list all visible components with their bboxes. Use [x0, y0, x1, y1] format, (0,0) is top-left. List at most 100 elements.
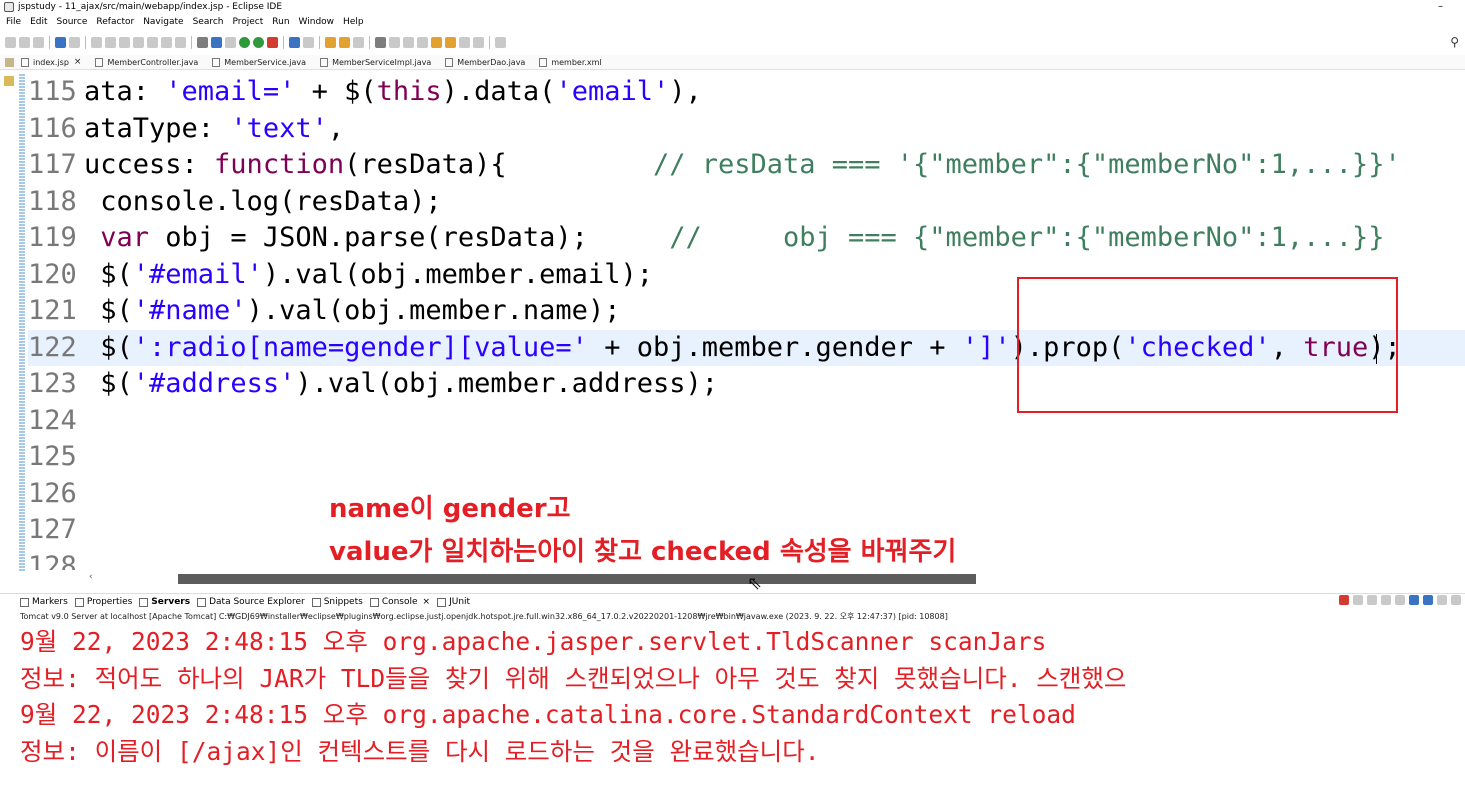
code-line[interactable]: 125	[28, 439, 1465, 476]
forward-icon[interactable]	[445, 36, 456, 48]
suspend-icon[interactable]	[105, 36, 116, 48]
code-line[interactable]: 116 ataType: 'text',	[28, 111, 1465, 148]
search-toolbar-icon[interactable]	[375, 36, 386, 48]
horizontal-scrollbar[interactable]: ‹	[85, 572, 1465, 586]
debug-icon[interactable]	[239, 36, 250, 48]
toolbar-separator	[191, 35, 192, 49]
stop-icon[interactable]	[1339, 595, 1349, 605]
code-token: ata:	[84, 76, 166, 107]
save-icon[interactable]	[19, 36, 30, 48]
tab-member-service-impl[interactable]: MemberServiceImpl.java	[316, 55, 441, 70]
tab-snippets[interactable]: Snippets	[311, 597, 363, 607]
menu-navigate[interactable]: Navigate	[143, 17, 183, 27]
menu-help[interactable]: Help	[343, 17, 364, 27]
tab-properties[interactable]: Properties	[74, 597, 132, 607]
menu-file[interactable]: File	[6, 17, 21, 27]
step-over-icon[interactable]	[161, 36, 172, 48]
code-line[interactable]: 115 ata: 'email=' + $(this).data('email')…	[28, 74, 1465, 111]
scroll-left-icon[interactable]: ‹	[89, 572, 93, 582]
tab-servers[interactable]: Servers	[139, 597, 190, 607]
code-token: 'email'	[555, 76, 670, 107]
search-icon[interactable]: ⚲	[1450, 35, 1459, 49]
editor-tab-bar: index.jsp × MemberController.java Member…	[0, 55, 1465, 70]
tab-member-service[interactable]: MemberService.java	[208, 55, 316, 70]
new-server-icon[interactable]	[289, 36, 300, 48]
pin-console-icon[interactable]	[1423, 595, 1433, 605]
code-line[interactable]: 118 console.log(resData);	[28, 184, 1465, 221]
code-token: ).val(obj.member.email);	[262, 258, 653, 290]
toggle-mark-icon[interactable]	[211, 36, 222, 48]
skip-breakpoints-icon[interactable]	[69, 36, 80, 48]
tab-index-jsp[interactable]: index.jsp ×	[17, 55, 91, 70]
code-line[interactable]: 117 uccess: function (resData){ // resData…	[28, 147, 1465, 184]
resume-icon[interactable]	[91, 36, 102, 48]
tab-console[interactable]: Console ×	[369, 597, 431, 607]
minimize-button[interactable]: –	[1438, 0, 1443, 14]
code-token: uccess:	[84, 149, 215, 180]
word-wrap-icon[interactable]	[1395, 595, 1405, 605]
code-token: ).data(	[441, 76, 556, 107]
menu-search[interactable]: Search	[193, 17, 224, 27]
menu-edit[interactable]: Edit	[30, 17, 47, 27]
tab-member-dao[interactable]: MemberDao.java	[441, 55, 535, 70]
show-console-icon[interactable]	[1409, 595, 1419, 605]
terminal-icon[interactable]	[55, 36, 66, 48]
new-icon[interactable]	[5, 36, 16, 48]
run-external-icon[interactable]	[267, 36, 278, 48]
scrollbar-thumb[interactable]	[178, 574, 976, 584]
disconnect-icon[interactable]	[133, 36, 144, 48]
open-console-icon[interactable]	[1437, 595, 1447, 605]
menu-window[interactable]: Window	[299, 17, 335, 27]
close-icon[interactable]: ×	[74, 57, 82, 67]
build-icon[interactable]	[225, 36, 236, 48]
prev-annotation-icon[interactable]	[417, 36, 428, 48]
line-number: 123	[28, 368, 77, 399]
menu-source[interactable]: Source	[57, 17, 88, 27]
code-line[interactable]: 119 var obj = JSON.parse(resData); // ob…	[28, 220, 1465, 257]
back-icon[interactable]	[431, 36, 442, 48]
menu-bar: File Edit Source Refactor Navigate Searc…	[0, 14, 1465, 30]
tab-markers[interactable]: Markers	[20, 597, 68, 607]
next-annotation-icon[interactable]	[403, 36, 414, 48]
tab-label: Markers	[32, 597, 68, 607]
console-output[interactable]: 9월 22, 2023 2:48:15 오후 org.apache.jasper…	[20, 624, 1465, 794]
pin-editor-icon[interactable]	[495, 36, 506, 48]
tab-member-controller[interactable]: MemberController.java	[91, 55, 208, 70]
line-number: 125	[28, 441, 77, 472]
annotation-icon[interactable]	[389, 36, 400, 48]
nav-back-icon[interactable]	[459, 36, 470, 48]
new-class-icon[interactable]	[303, 36, 314, 48]
toggle-block-icon[interactable]	[197, 36, 208, 48]
code-token: '#email'	[132, 258, 263, 290]
tab-data-source-explorer[interactable]: Data Source Explorer	[197, 597, 305, 607]
step-into-icon[interactable]	[147, 36, 158, 48]
package-explorer-icon[interactable]	[5, 57, 14, 67]
remove-launch-icon[interactable]	[1353, 595, 1363, 605]
close-icon[interactable]: ×	[423, 597, 431, 607]
mouse-cursor-icon: ⇖	[747, 573, 763, 594]
view-menu-icon[interactable]	[1451, 595, 1461, 605]
tab-label: JUnit	[449, 597, 471, 607]
menu-run[interactable]: Run	[272, 17, 289, 27]
pen-icon[interactable]	[353, 36, 364, 48]
code-token: function	[214, 149, 345, 180]
scroll-lock-icon[interactable]	[1381, 595, 1391, 605]
tab-label: MemberService.java	[224, 57, 307, 67]
run-icon[interactable]	[253, 36, 264, 48]
nav-forward-icon[interactable]	[473, 36, 484, 48]
properties-icon	[74, 597, 84, 607]
java-file-icon	[212, 57, 221, 67]
project-icon[interactable]	[4, 76, 14, 86]
open-task-icon[interactable]	[339, 36, 350, 48]
menu-refactor[interactable]: Refactor	[96, 17, 134, 27]
menu-project[interactable]: Project	[232, 17, 263, 27]
save-all-icon[interactable]	[33, 36, 44, 48]
tab-member-xml[interactable]: member.xml	[535, 55, 611, 70]
terminate-icon[interactable]	[119, 36, 130, 48]
tab-junit[interactable]: JUnit	[437, 597, 470, 607]
open-type-icon[interactable]	[325, 36, 336, 48]
step-return-icon[interactable]	[175, 36, 186, 48]
tab-label: Servers	[151, 597, 191, 607]
tab-label: Data Source Explorer	[209, 597, 305, 607]
remove-all-icon[interactable]	[1367, 595, 1377, 605]
